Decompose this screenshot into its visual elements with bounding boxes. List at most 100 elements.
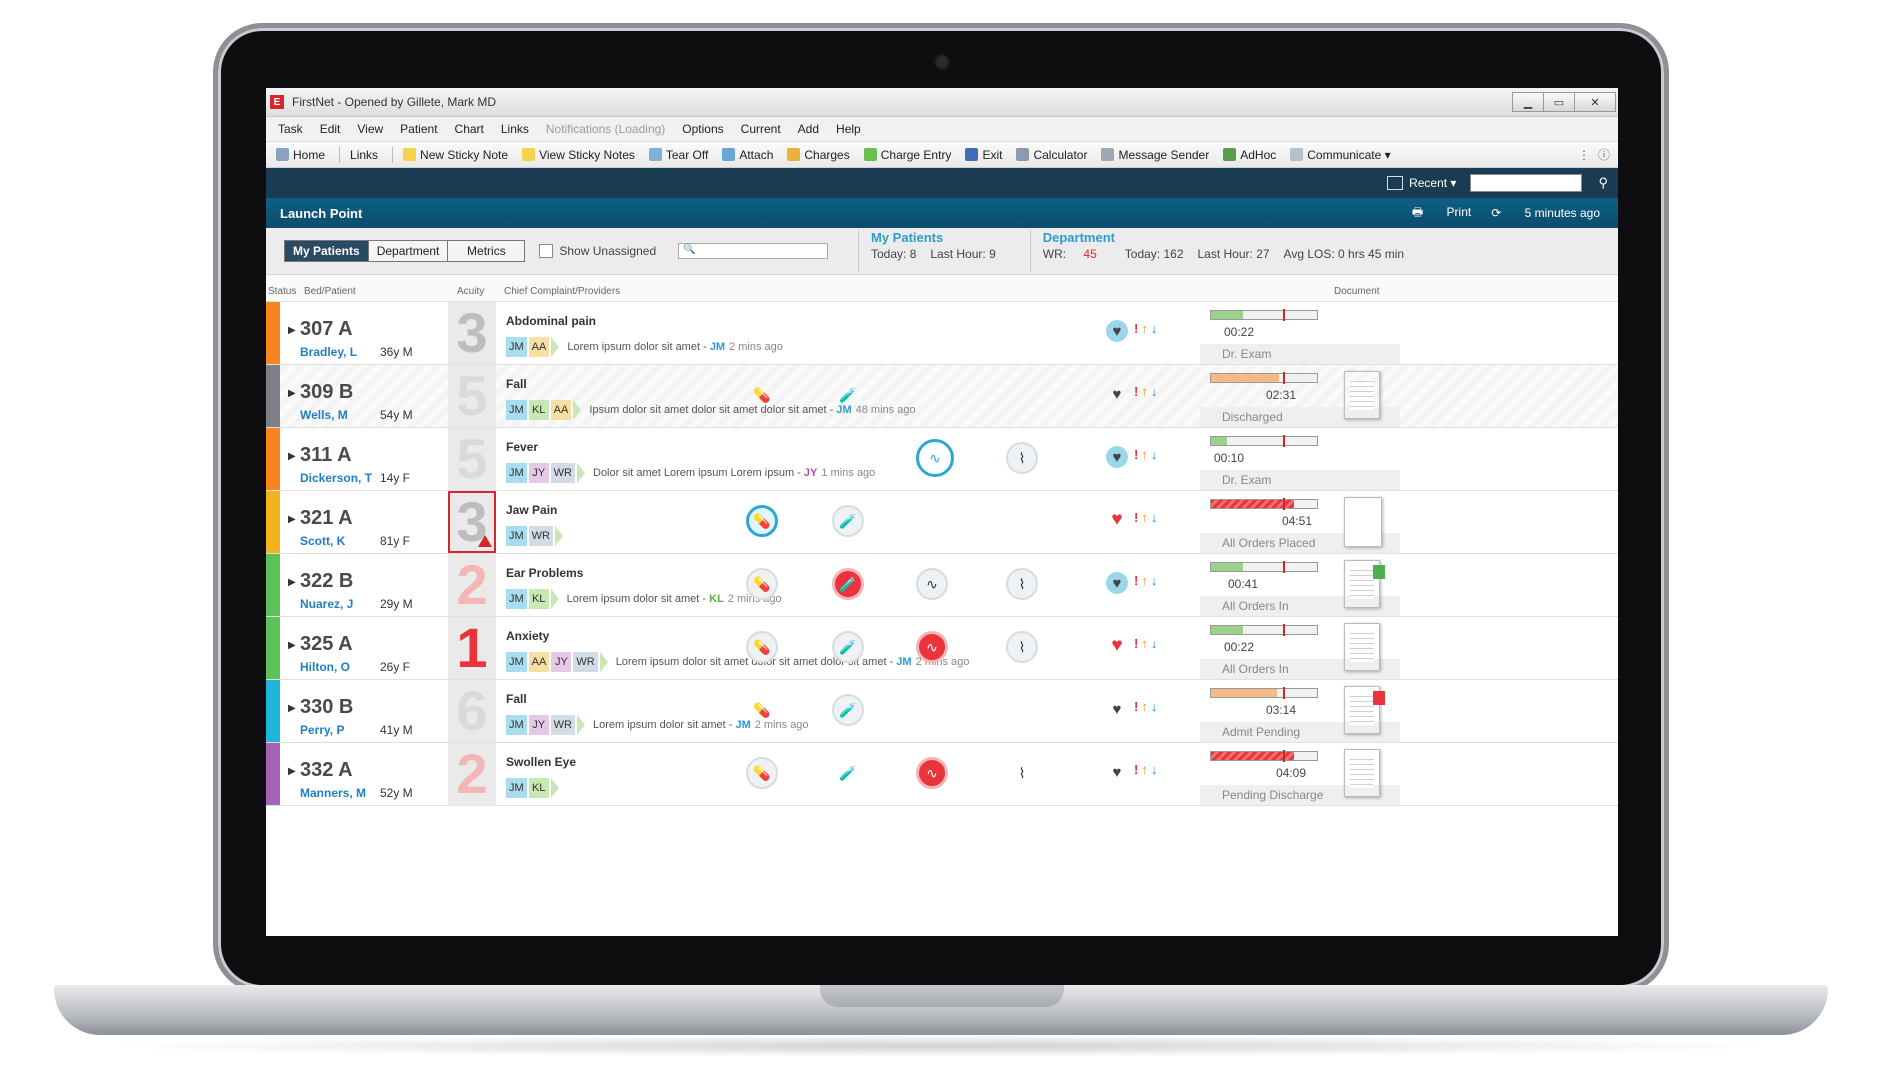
vial-icon[interactable]: 🧪 — [832, 631, 864, 663]
communicate-button[interactable]: Communicate ▾ — [1290, 148, 1391, 162]
provider-tag[interactable]: JM — [506, 526, 527, 546]
document-thumbnail[interactable] — [1344, 371, 1380, 419]
document-thumbnail[interactable] — [1344, 686, 1385, 734]
show-unassigned-checkbox[interactable]: Show Unassigned — [539, 244, 656, 258]
menu-patient[interactable]: Patient — [400, 122, 437, 136]
expand-row-icon[interactable]: ▶ — [288, 514, 296, 525]
patient-name[interactable]: Wells, M — [300, 408, 348, 422]
patient-name[interactable]: Hilton, O — [300, 660, 350, 674]
maximize-button[interactable]: ▭ — [1543, 92, 1575, 112]
document-thumbnail[interactable] — [1344, 623, 1380, 671]
patient-row[interactable]: ▶ 307 A Bradley, L 36y M 3 Abdominal pain JM AA… — [266, 302, 1618, 365]
patient-row[interactable]: ▶ 322 B Nuarez, J 29y M 2 Ear Problems JM KL Lor… — [266, 554, 1618, 617]
col-chief-complaint[interactable]: Chief Complaint/Providers — [504, 286, 620, 297]
menu-edit[interactable]: Edit — [320, 122, 341, 136]
vial-icon[interactable]: 🧪 — [832, 505, 864, 537]
menu-view[interactable]: View — [357, 122, 383, 136]
tear-off-button[interactable]: Tear Off — [648, 148, 708, 162]
menu-options[interactable]: Options — [682, 122, 723, 136]
menu-help[interactable]: Help — [836, 122, 861, 136]
view-sticky-notes-button[interactable]: View Sticky Notes — [522, 148, 635, 162]
bed-number[interactable]: 332 A — [300, 759, 353, 782]
close-button[interactable]: ✕ — [1574, 92, 1616, 112]
provider-tag[interactable]: AA — [528, 652, 550, 672]
refresh-button[interactable]: ⟳ 5 minutes ago — [1491, 206, 1600, 220]
new-sticky-note-button[interactable]: New Sticky Note — [403, 148, 508, 162]
patient-name[interactable]: Scott, K — [300, 534, 345, 548]
heart-icon[interactable]: ♥ — [1106, 635, 1128, 657]
tab-department[interactable]: Department — [368, 241, 449, 261]
menu-links[interactable]: Links — [501, 122, 529, 136]
links-button[interactable]: Links — [350, 148, 378, 162]
info-icon[interactable]: ⓘ — [1598, 146, 1610, 163]
provider-tag[interactable]: KL — [528, 400, 549, 420]
document-thumbnail[interactable] — [1344, 497, 1382, 547]
provider-tag[interactable]: AA — [528, 337, 550, 357]
exit-button[interactable]: Exit — [965, 148, 1002, 162]
charge-entry-button[interactable]: Charge Entry — [863, 148, 951, 162]
pill-icon[interactable]: 💊 — [746, 757, 778, 789]
provider-tag[interactable]: WR — [550, 715, 575, 735]
heart-icon[interactable]: ♥ — [1106, 761, 1128, 783]
patient-row[interactable]: ▶ 311 A Dickerson, T 14y F 5 Fever JM JY WR Dolor… — [266, 428, 1618, 491]
expand-row-icon[interactable]: ▶ — [288, 451, 296, 462]
patient-name[interactable]: Manners, M — [300, 786, 366, 800]
provider-tag[interactable]: JY — [551, 652, 572, 672]
patient-row[interactable]: ▶ 309 B Wells, M 54y M 5 Fall JM KL AA Ipsum dolo… — [266, 365, 1618, 428]
col-acuity[interactable]: Acuity — [457, 286, 484, 297]
bed-number[interactable]: 330 B — [300, 696, 353, 719]
heart-icon[interactable]: ♥ — [1106, 509, 1128, 531]
vial-icon[interactable]: 🧪 — [832, 568, 864, 600]
provider-tag[interactable]: JM — [506, 715, 527, 735]
menu-add[interactable]: Add — [798, 122, 819, 136]
patient-search-input[interactable] — [1470, 174, 1583, 192]
checkbox-box[interactable] — [539, 244, 554, 258]
patient-row[interactable]: ▶ 330 B Perry, P 41y M 6 Fall JM JY WR Lorem ipsu… — [266, 680, 1618, 743]
menu-current[interactable]: Current — [741, 122, 781, 136]
provider-tag[interactable]: AA — [550, 400, 572, 420]
ecg-icon[interactable]: ∿ — [916, 631, 948, 663]
provider-tag[interactable]: JM — [506, 589, 527, 609]
print-button[interactable]: 🖶 Print — [1412, 203, 1471, 224]
search-icon[interactable]: ⚲ — [1598, 175, 1608, 191]
bed-number[interactable]: 325 A — [300, 633, 353, 656]
message-sender-button[interactable]: Message Sender — [1101, 148, 1209, 162]
attach-button[interactable]: Attach — [722, 148, 773, 162]
patient-row[interactable]: ▶ 332 A Manners, M 52y M 2 Swollen Eye JM KL 💊 🧪 ∿… — [266, 743, 1618, 806]
col-bed-patient[interactable]: Bed/Patient — [304, 286, 356, 297]
heart-icon[interactable]: ♥ — [1106, 383, 1128, 405]
expand-row-icon[interactable]: ▶ — [288, 388, 296, 399]
patient-row[interactable]: ▶ 321 A Scott, K 81y F 3 Jaw Pain JM WR 💊 🧪 ♥ !↑↓ 04… — [266, 491, 1618, 554]
heart-icon[interactable]: ♥ — [1106, 320, 1128, 342]
provider-tag[interactable]: JM — [506, 778, 527, 798]
ecg-icon[interactable]: ∿ — [916, 757, 948, 789]
xray-icon[interactable]: ⌇ — [1006, 568, 1038, 600]
provider-tag[interactable]: JM — [506, 652, 527, 672]
pill-icon[interactable]: 💊 — [746, 631, 778, 663]
document-thumbnail[interactable] — [1344, 749, 1380, 797]
bed-number[interactable]: 322 B — [300, 570, 353, 593]
expand-row-icon[interactable]: ▶ — [288, 577, 296, 588]
bed-number[interactable]: 311 A — [300, 444, 352, 467]
patient-row[interactable]: ▶ 325 A Hilton, O 26y F 1 Anxiety JM AA JY WR Lore… — [266, 617, 1618, 680]
pill-icon[interactable]: 💊 — [746, 568, 778, 600]
provider-tag[interactable]: JM — [506, 337, 527, 357]
bed-number[interactable]: 309 B — [300, 381, 353, 404]
provider-tag[interactable]: JM — [506, 463, 527, 483]
home-button[interactable]: Home — [276, 148, 325, 162]
provider-tag[interactable]: JY — [528, 715, 549, 735]
minimize-button[interactable]: ▁ — [1512, 92, 1544, 112]
pill-icon[interactable]: 💊 — [746, 505, 778, 537]
expand-row-icon[interactable]: ▶ — [288, 640, 296, 651]
pill-icon[interactable]: 💊 — [746, 379, 778, 411]
provider-tag[interactable]: KL — [528, 778, 549, 798]
xray-icon[interactable]: ⌇ — [1006, 757, 1038, 789]
provider-tag[interactable]: JY — [528, 463, 549, 483]
patient-name[interactable]: Bradley, L — [300, 345, 357, 359]
recent-dropdown[interactable]: Recent ▾ — [1387, 176, 1456, 190]
col-document[interactable]: Document — [1334, 286, 1380, 297]
provider-tag[interactable]: KL — [528, 589, 549, 609]
patient-name[interactable]: Dickerson, T — [300, 471, 372, 485]
heart-icon[interactable]: ♥ — [1106, 698, 1128, 720]
xray-icon[interactable]: ⌇ — [1006, 631, 1038, 663]
